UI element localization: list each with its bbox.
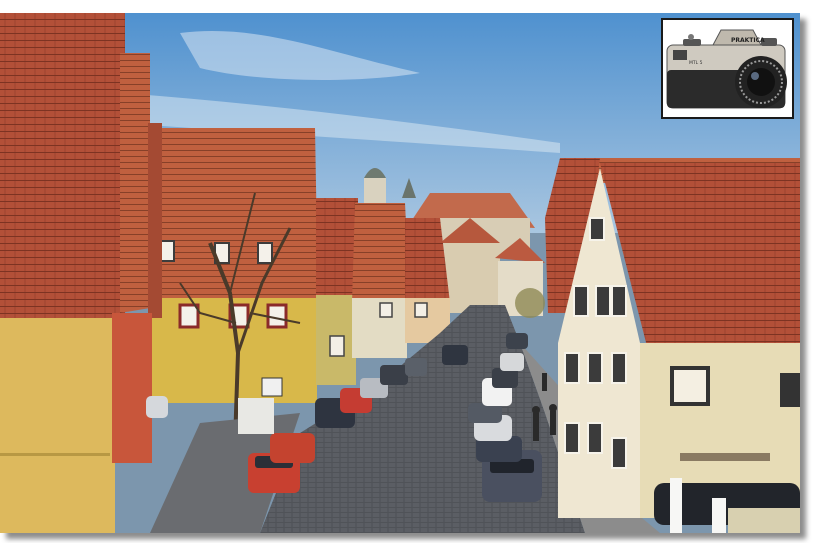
camera-brand-label: PRAKTICA — [731, 37, 765, 44]
camera-model-label: MTL 5 — [689, 60, 703, 66]
utility-box — [238, 398, 274, 434]
camera-inset: PRAKTICA MTL 5 — [661, 18, 794, 119]
street-sign — [261, 377, 283, 397]
slr-camera-icon — [666, 29, 787, 109]
foreground-left-houses — [0, 13, 162, 533]
right-row-houses — [545, 158, 800, 518]
